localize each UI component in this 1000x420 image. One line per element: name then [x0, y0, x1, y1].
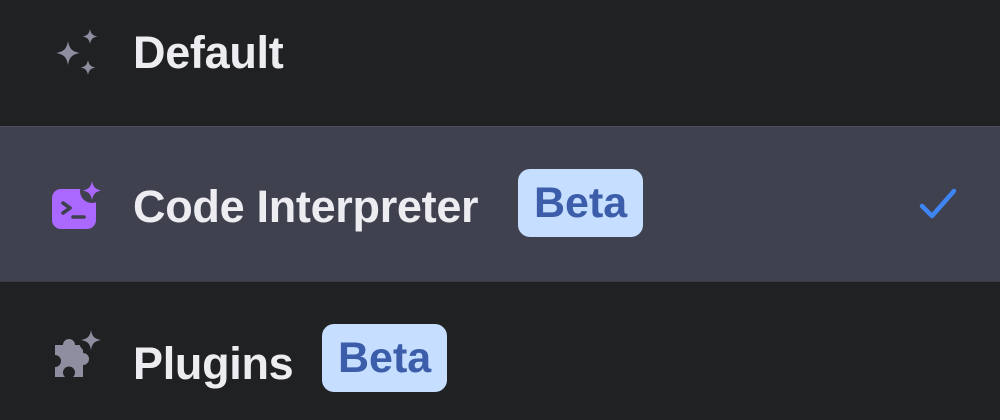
- puzzle-icon: [50, 328, 106, 384]
- model-menu: Default Code Interpreter Beta Plugins Be…: [0, 0, 1000, 420]
- beta-badge: Beta: [322, 324, 448, 392]
- menu-item-label: Plugins: [133, 338, 294, 389]
- menu-item-code-interpreter[interactable]: Code Interpreter Beta: [0, 126, 1000, 282]
- beta-badge: Beta: [518, 169, 644, 237]
- menu-item-default[interactable]: Default: [0, 0, 1000, 126]
- menu-item-label: Code Interpreter: [133, 181, 479, 232]
- menu-item-label: Default: [133, 27, 284, 78]
- sparkle-icon: [50, 27, 106, 83]
- checkmark-icon: [916, 185, 960, 225]
- code-interpreter-icon: [50, 177, 106, 233]
- menu-item-plugins[interactable]: Plugins Beta: [0, 282, 1000, 420]
